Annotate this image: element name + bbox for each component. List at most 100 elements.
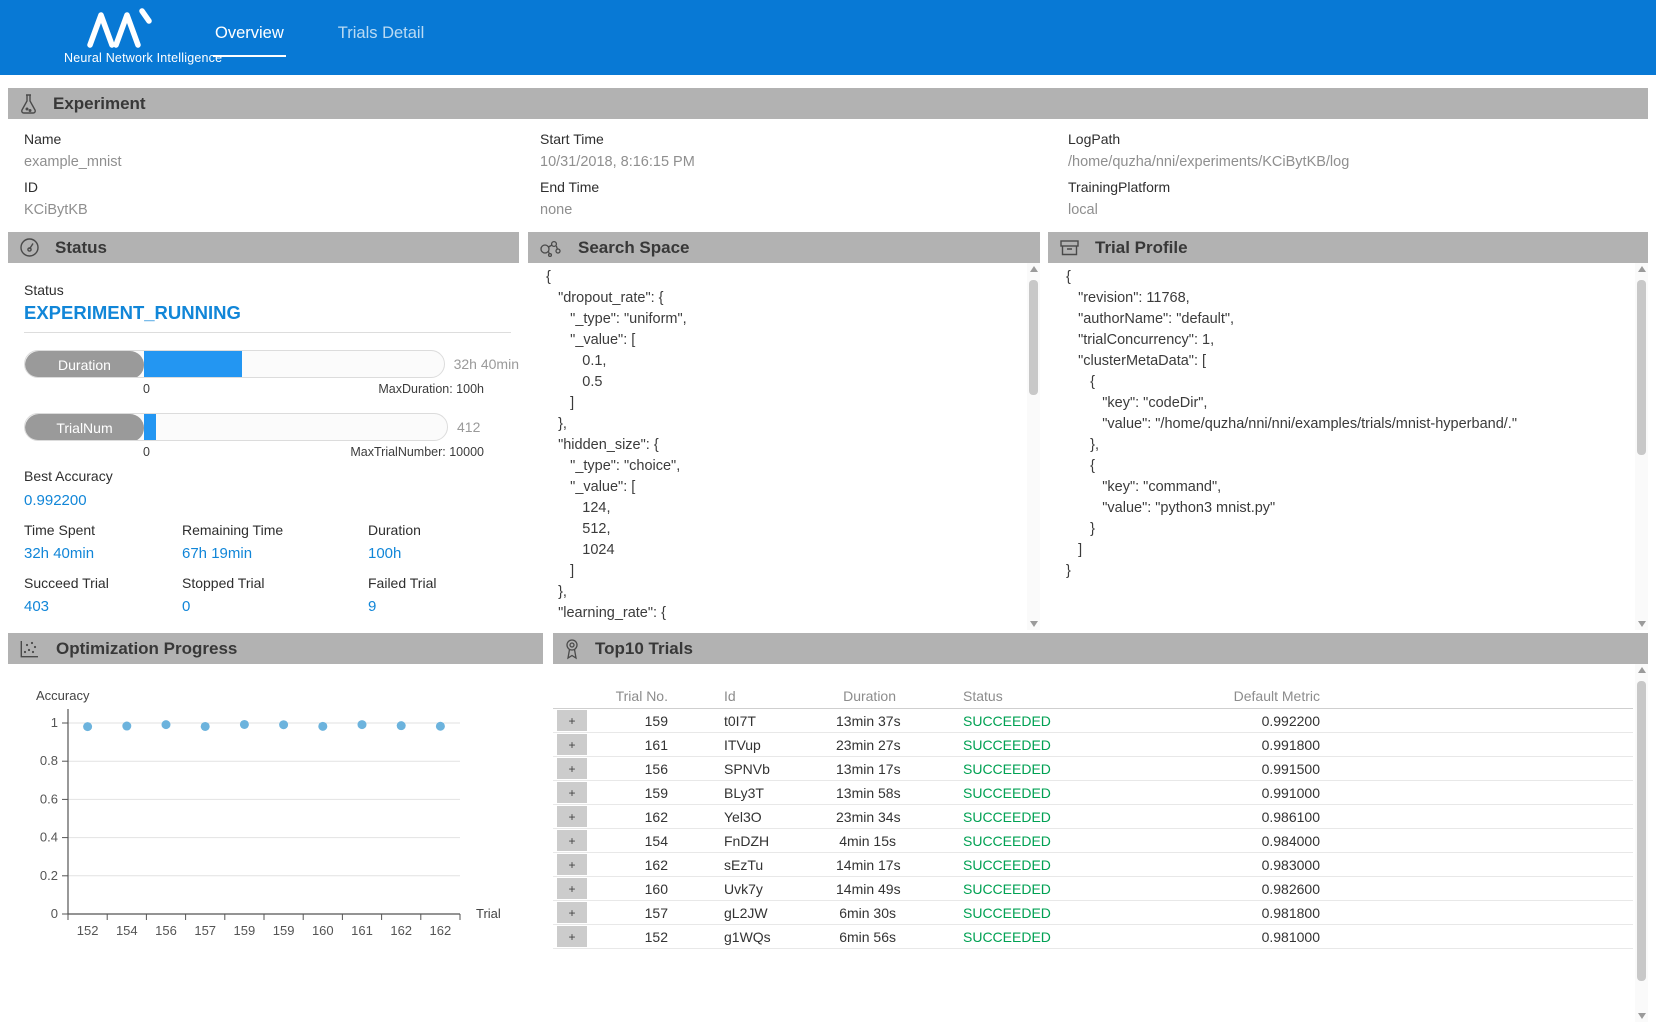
experiment-field: Name example_mnist — [24, 131, 122, 170]
experiment-field: End Time none — [540, 179, 695, 218]
progress-bar-value: 32h 40min — [454, 356, 519, 372]
field-value: none — [540, 202, 695, 218]
svg-text:162: 162 — [390, 923, 412, 938]
archive-box-icon — [1059, 238, 1080, 258]
field-value: example_mnist — [24, 154, 122, 170]
stat-cell: Duration 100h — [368, 522, 494, 562]
search-space-panel: Search Space { "dropout_rate": { "_type"… — [528, 232, 1040, 630]
trial-profile-scrollbar[interactable] — [1635, 263, 1648, 630]
expand-row-button[interactable]: + — [557, 782, 587, 803]
expand-row-button[interactable]: + — [557, 710, 587, 731]
cell-trial-no: 162 — [591, 809, 676, 825]
cell-status: SUCCEEDED — [912, 833, 1176, 849]
experiment-fields-col3: LogPath /home/quzha/nni/experiments/KCiB… — [1068, 131, 1349, 227]
trial-profile-title: Trial Profile — [1095, 238, 1188, 258]
progress-bar-max: MaxDuration: 100h — [378, 382, 484, 396]
cell-status: SUCCEEDED — [912, 881, 1176, 897]
experiment-fields-col1: Name example_mnist ID KCiBytKB — [24, 131, 122, 227]
table-row: + 156 SPNVb 13min 17s SUCCEEDED 0.991500 — [553, 757, 1633, 781]
top10-panel-header: Top10 Trials — [553, 633, 1648, 664]
scrollbar-track[interactable] — [1027, 272, 1040, 621]
scrollbar-thumb[interactable] — [1029, 280, 1038, 395]
scroll-down-icon[interactable] — [1638, 1013, 1646, 1019]
col-id: Id — [676, 688, 836, 704]
stat-value: 32h 40min — [24, 545, 182, 562]
cell-trial-no: 161 — [591, 737, 676, 753]
field-value: /home/quzha/nni/experiments/KCiBytKB/log — [1068, 154, 1349, 170]
divider — [24, 332, 511, 333]
expand-row-button[interactable]: + — [557, 902, 587, 923]
svg-text:161: 161 — [351, 923, 373, 938]
cell-trial-no: 159 — [591, 713, 676, 729]
best-accuracy-value: 0.992200 — [24, 492, 113, 509]
cell-default-metric: 0.981800 — [1176, 905, 1336, 921]
table-row: + 157 gL2JW 6min 30s SUCCEEDED 0.981800 — [553, 901, 1633, 925]
experiment-fields-col2: Start Time 10/31/2018, 8:16:15 PM End Ti… — [540, 131, 695, 227]
progress-bar-max: MaxTrialNumber: 10000 — [350, 445, 484, 459]
cell-status: SUCCEEDED — [912, 857, 1176, 873]
svg-text:159: 159 — [273, 923, 295, 938]
status-stats-grid: Time Spent 32h 40min Remaining Time 67h … — [24, 522, 494, 615]
nav-tabs: Overview Trials Detail — [213, 0, 426, 75]
top10-trials-panel: Top10 Trials Trial No. Id Duration Statu… — [553, 633, 1648, 1022]
col-duration: Duration — [836, 688, 896, 704]
scroll-down-icon[interactable] — [1638, 621, 1646, 627]
stat-cell: Failed Trial 9 — [368, 575, 494, 615]
nav-tab[interactable]: Overview — [213, 18, 286, 57]
cell-id: Yel3O — [676, 809, 836, 825]
cell-default-metric: 0.983000 — [1176, 857, 1336, 873]
status-panel: Status Status EXPERIMENT_RUNNING Duratio… — [8, 232, 519, 630]
top10-scrollbar[interactable] — [1635, 664, 1648, 1022]
expand-row-button[interactable]: + — [557, 854, 587, 875]
table-row: + 162 Yel3O 23min 34s SUCCEEDED 0.986100 — [553, 805, 1633, 829]
stat-cell: Remaining Time 67h 19min — [182, 522, 368, 562]
expand-row-button[interactable]: + — [557, 830, 587, 851]
cell-duration: 13min 17s — [836, 761, 896, 777]
field-label: Start Time — [540, 131, 695, 147]
cell-duration: 14min 49s — [836, 881, 896, 897]
cell-status: SUCCEEDED — [912, 737, 1176, 753]
scrollbar-thumb[interactable] — [1637, 681, 1646, 981]
stat-value: 67h 19min — [182, 545, 368, 562]
flask-icon — [19, 93, 38, 114]
progress-bar-fill — [144, 351, 242, 377]
cell-id: t0I7T — [676, 713, 836, 729]
expand-row-button[interactable]: + — [557, 878, 587, 899]
cell-trial-no: 154 — [591, 833, 676, 849]
scrollbar-track[interactable] — [1635, 673, 1648, 1013]
cell-status: SUCCEEDED — [912, 809, 1176, 825]
cell-default-metric: 0.981000 — [1176, 929, 1336, 945]
expand-row-button[interactable]: + — [557, 806, 587, 827]
cell-trial-no: 156 — [591, 761, 676, 777]
field-label: TrainingPlatform — [1068, 179, 1349, 195]
scroll-down-icon[interactable] — [1030, 621, 1038, 627]
stat-cell: Stopped Trial 0 — [182, 575, 368, 615]
svg-text:157: 157 — [194, 923, 216, 938]
cell-status: SUCCEEDED — [912, 785, 1176, 801]
expand-row-button[interactable]: + — [557, 758, 587, 779]
cell-default-metric: 0.982600 — [1176, 881, 1336, 897]
experiment-field: ID KCiBytKB — [24, 179, 122, 218]
experiment-status-value: EXPERIMENT_RUNNING — [24, 302, 241, 324]
scrollbar-thumb[interactable] — [1637, 280, 1646, 455]
stat-label: Remaining Time — [182, 522, 368, 538]
svg-text:156: 156 — [155, 923, 177, 938]
progress-bar-label: TrialNum — [25, 414, 144, 441]
cell-id: BLy3T — [676, 785, 836, 801]
scrollbar-track[interactable] — [1635, 272, 1648, 621]
best-accuracy: Best Accuracy 0.992200 — [24, 468, 113, 509]
experiment-panel-header: Experiment — [8, 88, 1648, 119]
table-row: + 160 Uvk7y 14min 49s SUCCEEDED 0.982600 — [553, 877, 1633, 901]
progress-bar-min: 0 — [143, 445, 150, 459]
trial-profile-json: { "revision": 11768, "authorName": "defa… — [1066, 267, 1624, 626]
svg-text:Accuracy: Accuracy — [36, 688, 90, 703]
field-label: Name — [24, 131, 122, 147]
expand-row-button[interactable]: + — [557, 734, 587, 755]
search-space-scrollbar[interactable] — [1027, 263, 1040, 630]
expand-row-button[interactable]: + — [557, 926, 587, 947]
cell-default-metric: 0.992200 — [1176, 713, 1336, 729]
nav-tab[interactable]: Trials Detail — [336, 18, 427, 57]
cell-default-metric: 0.991500 — [1176, 761, 1336, 777]
experiment-field: Start Time 10/31/2018, 8:16:15 PM — [540, 131, 695, 170]
cell-status: SUCCEEDED — [912, 929, 1176, 945]
